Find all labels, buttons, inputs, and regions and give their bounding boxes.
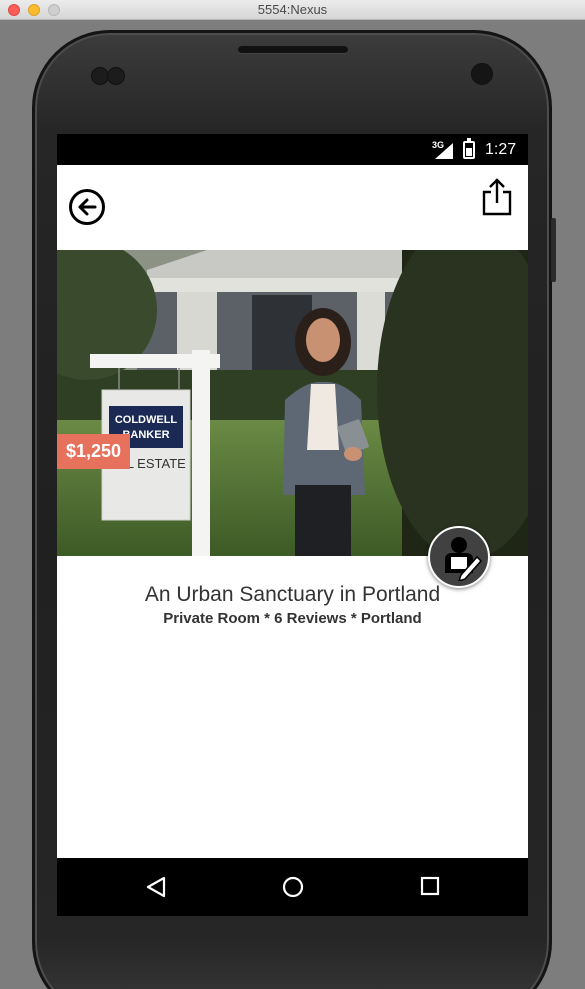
app-bar: [57, 165, 528, 250]
back-button[interactable]: [69, 189, 105, 225]
agent-contact-button[interactable]: [428, 526, 490, 588]
speaker-grille: [238, 46, 348, 54]
nav-home-button[interactable]: [281, 875, 305, 904]
device-screen: 3G 1:27 COLDWELL BANKER AL ESTATE $1,250…: [57, 134, 528, 916]
status-time: 1:27: [485, 141, 517, 158]
listing-subtitle: Private Room * 6 Reviews * Portland: [163, 610, 422, 627]
nav-recents-button[interactable]: [419, 875, 441, 902]
back-arrow-icon: [78, 198, 97, 216]
listing-photo-image: COLDWELL BANKER AL ESTATE: [57, 250, 528, 556]
front-camera-icon: [471, 63, 493, 85]
share-upload-icon: [482, 178, 512, 216]
nav-recents-square-icon: [420, 876, 440, 896]
android-nav-bar: [57, 858, 528, 916]
sign-text-1: COLDWELL: [115, 414, 178, 426]
nav-back-button[interactable]: [145, 875, 167, 904]
listing-photo[interactable]: COLDWELL BANKER AL ESTATE $1,250: [57, 250, 528, 556]
sensor-icon: [107, 67, 125, 85]
share-button[interactable]: [481, 178, 513, 216]
status-bar: 3G 1:27: [57, 134, 528, 165]
agent-edit-icon: [445, 537, 483, 581]
window-titlebar: 5554:Nexus: [0, 0, 585, 20]
listing-title: An Urban Sanctuary in Portland: [144, 583, 441, 606]
window-title: 5554:Nexus: [257, 2, 328, 17]
battery-icon: [463, 138, 475, 159]
nav-back-triangle-icon: [146, 876, 166, 898]
signal-icon: [435, 143, 453, 159]
power-button[interactable]: [551, 218, 556, 282]
nav-home-circle-icon: [282, 876, 304, 898]
price-tag: $1,250: [57, 434, 130, 469]
